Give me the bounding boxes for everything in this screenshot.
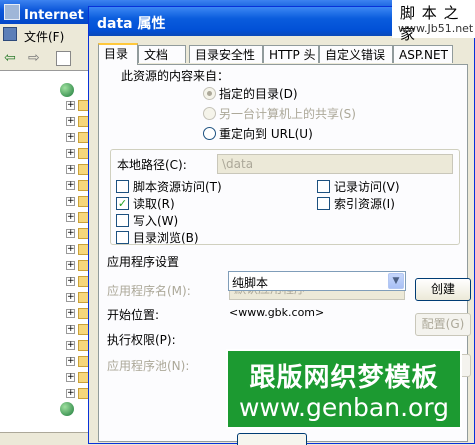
checkbox-log-visits-label: 记录访问(V) <box>334 180 400 194</box>
tree-folder-row[interactable]: + <box>66 179 91 193</box>
expand-icon[interactable]: + <box>66 213 75 222</box>
tab-directory-security[interactable]: 目录安全性 <box>189 45 263 63</box>
exec-permissions-label: 执行权限(P): <box>107 333 176 347</box>
app-pool-label: 应用程序池(N): <box>107 359 190 373</box>
tree-folder-row[interactable]: + <box>66 275 91 289</box>
checkbox-index-resource-label: 索引资源(I) <box>334 197 395 211</box>
checkbox-directory-browsing-label: 目录浏览(B) <box>133 231 199 245</box>
iis-menubar: 文件(F) <box>0 24 90 46</box>
checkbox-read-label: 读取(R) <box>133 197 175 211</box>
local-path-label: 本地路径(C): <box>117 158 187 172</box>
expand-icon[interactable]: + <box>66 277 75 286</box>
console-menu-icon[interactable] <box>3 27 17 41</box>
tree-folder-row[interactable]: + <box>66 163 91 177</box>
expand-icon[interactable]: + <box>66 229 75 238</box>
tree-folder-row[interactable]: + <box>66 147 91 161</box>
start-point-value: <www.gbk.com> <box>229 306 325 319</box>
expand-icon[interactable]: + <box>66 357 75 366</box>
radio-redirect-url-label: 重定向到 URL(U) <box>219 127 313 141</box>
checkbox-directory-browsing[interactable] <box>116 231 129 244</box>
tree-folder-row[interactable]: + <box>66 291 91 305</box>
checkbox-log-visits[interactable] <box>317 180 330 193</box>
radio-specified-directory-label: 指定的目录(D) <box>219 87 298 101</box>
create-button[interactable]: 创建 <box>415 278 471 301</box>
website-globe-icon[interactable] <box>60 402 74 416</box>
expand-icon[interactable]: + <box>66 325 75 334</box>
exec-permissions-value: 纯脚本 <box>232 276 269 290</box>
checkbox-script-source-access-label: 脚本资源访问(T) <box>133 180 222 194</box>
expand-icon[interactable]: + <box>66 309 75 318</box>
genban-watermark-url: www.genban.org <box>238 393 450 422</box>
expand-icon[interactable]: + <box>66 293 75 302</box>
ok-button[interactable] <box>237 433 307 445</box>
expand-icon[interactable]: + <box>66 133 75 142</box>
tree-folder-row[interactable]: + <box>66 371 91 385</box>
tree-folder-row[interactable]: + <box>66 307 91 321</box>
tree-folder-row[interactable]: + <box>66 323 91 337</box>
iis-app-icon <box>4 4 20 20</box>
checkbox-index-resource[interactable] <box>317 197 330 210</box>
expand-icon[interactable]: + <box>66 261 75 270</box>
exec-permissions-select[interactable]: 纯脚本 ▼ <box>228 271 406 291</box>
radio-network-share <box>203 107 216 120</box>
expand-icon[interactable]: + <box>66 149 75 158</box>
checkbox-write-label: 写入(W) <box>133 214 179 228</box>
tree-folder-row[interactable]: + <box>66 227 91 241</box>
up-folder-icon[interactable] <box>56 51 71 66</box>
expand-icon[interactable]: + <box>66 341 75 350</box>
genban-watermark-title: 跟版网织梦模板 <box>249 363 439 393</box>
expand-icon[interactable]: + <box>66 389 75 398</box>
menu-file[interactable]: 文件(F) <box>24 28 64 45</box>
tree-folder-row[interactable]: + <box>66 259 91 273</box>
tab-custom-errors[interactable]: 自定义错误 <box>319 45 393 63</box>
tree-folder-row[interactable]: + <box>66 195 91 209</box>
website-globe-icon[interactable] <box>60 83 74 97</box>
expand-icon[interactable]: + <box>66 197 75 206</box>
tab-strip: 目录 文档 目录安全性 HTTP 头 自定义错误 ASP.NET <box>98 43 468 65</box>
tab-documents[interactable]: 文档 <box>138 45 186 63</box>
app-name-label: 应用程序名(M): <box>107 284 191 298</box>
tab-http-headers[interactable]: HTTP 头 <box>263 45 319 63</box>
tree-folder-row[interactable]: + <box>66 211 91 225</box>
dialog-title: data 属性 <box>97 16 166 32</box>
tree-folder-row[interactable]: + <box>66 99 91 113</box>
local-path-input: \data <box>217 154 453 174</box>
tree-folder-row[interactable]: + <box>66 339 91 353</box>
radio-redirect-url[interactable] <box>203 127 216 140</box>
checkbox-write[interactable] <box>116 214 129 227</box>
tree-folder-row[interactable]: + <box>66 131 91 145</box>
forward-arrow-icon[interactable]: ⇨ <box>28 50 40 66</box>
tab-aspnet[interactable]: ASP.NET <box>393 45 453 63</box>
back-arrow-icon[interactable]: ⇦ <box>4 50 16 66</box>
tree-folder-row[interactable]: + <box>66 243 91 257</box>
checkbox-read[interactable]: ✓ <box>116 197 129 210</box>
start-point-label: 开始位置: <box>107 308 160 322</box>
genban-watermark: 跟版网织梦模板 www.genban.org <box>226 349 462 429</box>
tree-folder-row[interactable]: + <box>66 355 91 369</box>
site-tree-panel[interactable]: + + + + + + + + + + + + + + + + + + + <box>0 70 91 433</box>
radio-network-share-label: 另一台计算机上的共享(S) <box>219 107 356 121</box>
iis-toolbar: ⇦ ⇨ <box>0 48 90 70</box>
expand-icon[interactable]: + <box>66 101 75 110</box>
expand-icon[interactable]: + <box>66 165 75 174</box>
expand-icon[interactable]: + <box>66 117 75 126</box>
local-path-group: 本地路径(C): \data 脚本资源访问(T) ✓ 读取(R) 写入(W) 目… <box>110 149 460 245</box>
expand-icon[interactable]: + <box>66 245 75 254</box>
tree-folder-row[interactable]: + <box>66 387 91 401</box>
expand-icon[interactable]: + <box>66 373 75 382</box>
site-watermark: 脚 本 之 家 www.Jb51.net <box>392 0 475 43</box>
tree-folder-row[interactable]: + <box>66 115 91 129</box>
expand-icon[interactable]: + <box>66 181 75 190</box>
app-settings-heading: 应用程序设置 <box>107 255 180 269</box>
content-source-label: 此资源的内容来自： <box>121 69 230 83</box>
tab-directory[interactable]: 目录 <box>98 43 138 65</box>
radio-specified-directory[interactable] <box>203 87 216 100</box>
checkbox-script-source-access[interactable] <box>116 180 129 193</box>
chevron-down-icon[interactable]: ▼ <box>388 273 404 289</box>
site-watermark-url: www.Jb51.net <box>398 22 474 35</box>
configure-button: 配置(G) <box>415 313 471 336</box>
